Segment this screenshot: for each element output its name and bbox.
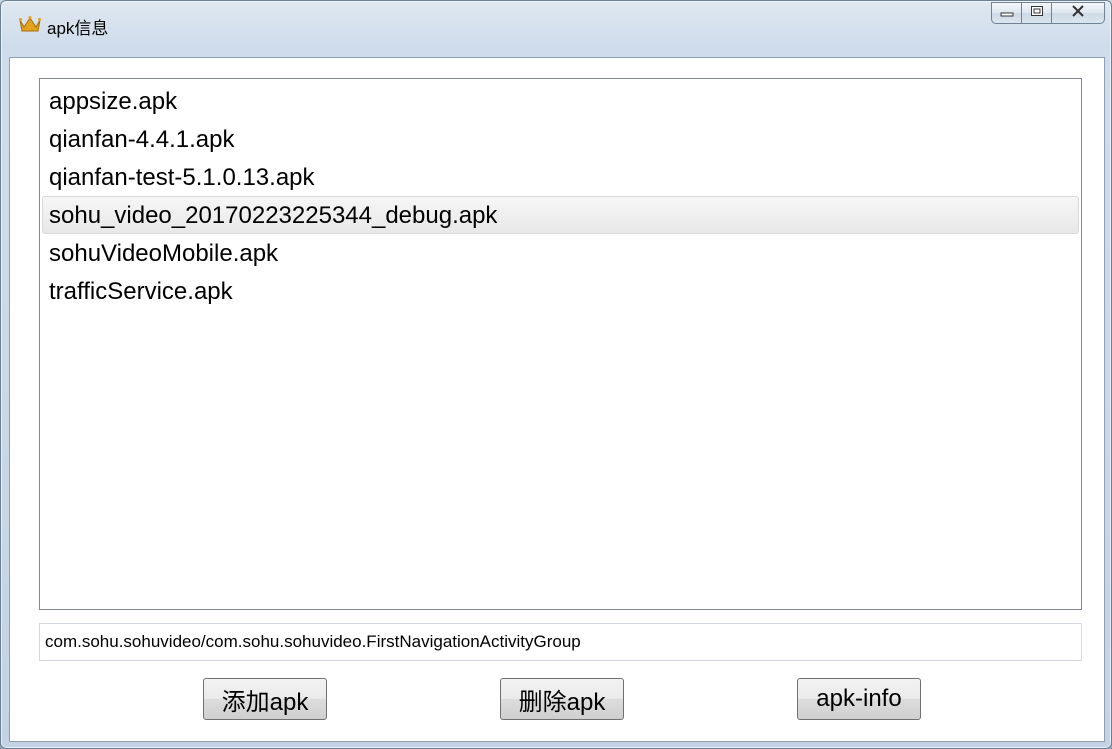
title-bar[interactable]: apk信息 (1, 1, 1111, 43)
activity-info-field[interactable]: com.sohu.sohuvideo/com.sohu.sohuvideo.Fi… (39, 623, 1082, 661)
list-item[interactable]: qianfan-test-5.1.0.13.apk (42, 158, 1079, 196)
close-icon (1071, 4, 1085, 22)
list-item[interactable]: sohuVideoMobile.apk (42, 234, 1079, 272)
window-title: apk信息 (47, 19, 109, 38)
window-content: appsize.apk qianfan-4.4.1.apk qianfan-te… (9, 57, 1105, 742)
maximize-button[interactable] (1021, 2, 1051, 24)
list-item-selected[interactable]: sohu_video_20170223225344_debug.apk (42, 196, 1079, 234)
apk-info-button[interactable]: apk-info (797, 678, 921, 720)
apk-info-window: apk信息 appsize.apk qianfan-4.4.1.apk qian… (0, 0, 1112, 749)
list-item[interactable]: appsize.apk (42, 82, 1079, 120)
minimize-icon (1000, 4, 1014, 22)
maximize-icon (1030, 4, 1044, 22)
crown-icon (19, 15, 41, 33)
caption-buttons (991, 2, 1105, 24)
list-item[interactable]: trafficService.apk (42, 272, 1079, 310)
minimize-button[interactable] (991, 2, 1021, 24)
add-apk-button[interactable]: 添加apk (203, 678, 327, 720)
close-button[interactable] (1051, 2, 1105, 24)
delete-apk-button[interactable]: 删除apk (500, 678, 624, 720)
desktop-background: apk信息 appsize.apk qianfan-4.4.1.apk qian… (0, 0, 1112, 749)
apk-listbox[interactable]: appsize.apk qianfan-4.4.1.apk qianfan-te… (39, 78, 1082, 610)
list-item[interactable]: qianfan-4.4.1.apk (42, 120, 1079, 158)
